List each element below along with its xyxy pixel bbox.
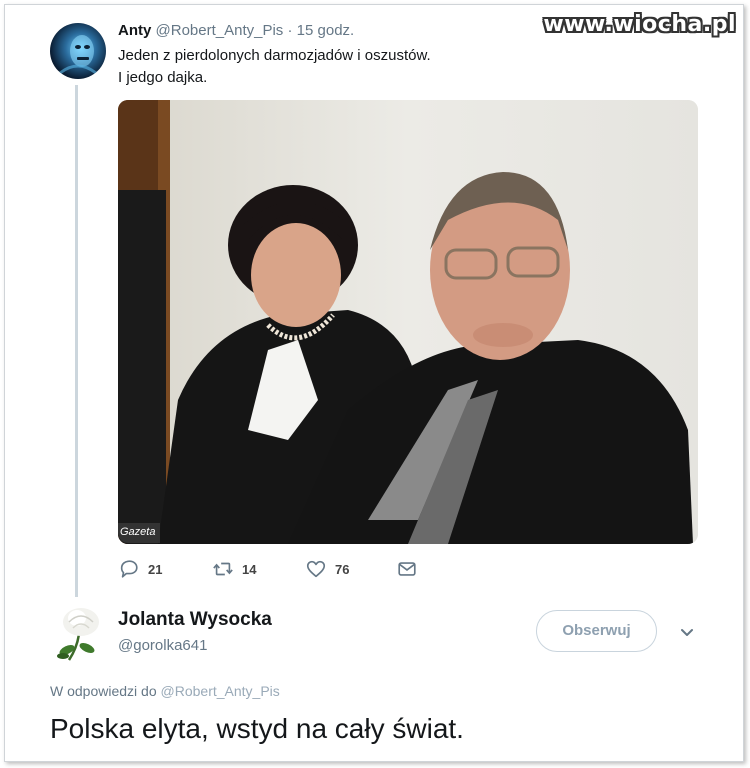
- reply-context: W odpowiedzi do @Robert_Anty_Pis: [50, 683, 280, 699]
- like-count: 76: [335, 561, 350, 577]
- author-name[interactable]: Anty: [118, 22, 151, 39]
- retweet-icon: [213, 562, 233, 576]
- reply-count: 21: [148, 561, 163, 577]
- tweet-text-line: Jeden z pierdolonych darmozjadów i oszus…: [118, 47, 431, 64]
- tweet-photo[interactable]: [118, 100, 698, 544]
- reply-author-handle[interactable]: @gorolka641: [118, 637, 207, 654]
- avatar[interactable]: [50, 23, 106, 79]
- tweet-header: Anty @Robert_Anty_Pis · 15 godz.: [118, 22, 354, 39]
- tweet-text: Jeden z pierdolonych darmozjadów i oszus…: [118, 45, 431, 89]
- reply-author-name[interactable]: Jolanta Wysocka: [118, 609, 272, 631]
- tweet-text-line: I jedgo dajka.: [118, 69, 208, 86]
- chevron-down-icon[interactable]: [678, 624, 696, 642]
- avatar[interactable]: [55, 604, 105, 662]
- like-action[interactable]: 76: [305, 558, 349, 580]
- reply-action[interactable]: 21: [118, 558, 162, 580]
- watermark: www.wiocha.pl: [543, 12, 736, 37]
- heart-icon: [306, 560, 326, 578]
- envelope-icon: [398, 562, 416, 576]
- retweet-count: 14: [242, 561, 257, 577]
- tweet-time[interactable]: 15 godz.: [297, 22, 355, 39]
- reply-text: Polska elyta, wstyd na cały świat.: [50, 713, 464, 744]
- photo-credit: Gazeta: [118, 523, 160, 543]
- reply-to-mention[interactable]: @Robert_Anty_Pis: [161, 683, 280, 699]
- separator-dot: ·: [287, 22, 293, 39]
- comment-icon: [120, 560, 138, 578]
- avatar-face-icon: [59, 35, 97, 75]
- thread-line: [75, 85, 78, 597]
- white-rose-icon: [57, 608, 99, 661]
- dm-action[interactable]: [396, 558, 418, 580]
- reply-to-label: W odpowiedzi do: [50, 683, 157, 699]
- follow-button[interactable]: Obserwuj: [536, 610, 657, 652]
- retweet-action[interactable]: 14: [212, 558, 256, 580]
- author-handle[interactable]: @Robert_Anty_Pis: [156, 22, 284, 39]
- photo-illustration: [118, 100, 698, 544]
